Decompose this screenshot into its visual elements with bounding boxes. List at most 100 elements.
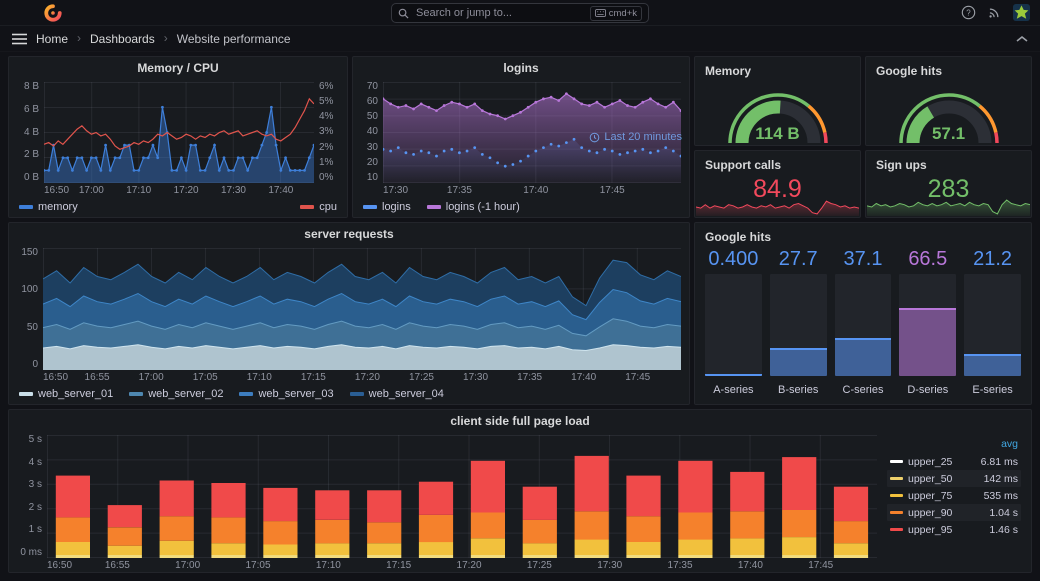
- y-axis-right: 6% 5% 4% 3% 2% 1% 0%: [314, 82, 339, 183]
- panel-title[interactable]: server requests: [9, 223, 689, 245]
- legend-item-web_server_04[interactable]: web_server_04: [349, 388, 444, 400]
- help-icon[interactable]: ?: [961, 5, 976, 20]
- x-tick-label: 17:40: [737, 560, 763, 571]
- user-avatar[interactable]: [1013, 4, 1030, 21]
- x-tick-label: 16:50: [47, 560, 73, 571]
- breadcrumb-bar: Home › Dashboards › Website performance: [0, 26, 1040, 52]
- x-axis: 16:50 16:55 17:00 17:05 17:10 17:15 17:20 17:25…: [47, 558, 877, 572]
- legend-item-upper_95[interactable]: upper_95 1.46 s: [887, 521, 1021, 538]
- chevron-up-icon[interactable]: [1016, 35, 1028, 43]
- bar-gauge-column-E-series: 21.2 E-series: [964, 248, 1021, 396]
- legend-avg-value: 535 ms: [983, 489, 1018, 502]
- panel-title[interactable]: Memory: [695, 57, 860, 78]
- y-tick-label: 0%: [319, 171, 334, 183]
- legend-label: web_server_04: [368, 388, 444, 400]
- shortcut-label: cmd+k: [608, 7, 637, 19]
- x-tick-label: 17:35: [446, 185, 472, 196]
- panel-support-calls: Support calls 84.9: [694, 150, 861, 218]
- y-tick-label: 8 B: [23, 81, 39, 92]
- legend-label: upper_75: [908, 489, 953, 502]
- bar-gauge-label: D-series: [907, 384, 949, 396]
- x-tick-label: 17:00: [78, 185, 104, 196]
- legend-avg-value: 1.46 s: [989, 523, 1018, 536]
- y-tick-label: 50: [366, 111, 378, 123]
- legend-avg-value: 6.81 ms: [980, 455, 1018, 468]
- legend-swatch: [890, 460, 903, 463]
- x-tick-label: 16:55: [104, 560, 130, 571]
- panel-memory-gauge: Memory 114 B: [694, 56, 861, 146]
- legend-item-upper_75[interactable]: upper_75 535 ms: [887, 487, 1021, 504]
- right-panel-stack: Memory 114 B Google hits 57.1 Support ca…: [694, 56, 1032, 218]
- server-requests-plot[interactable]: [43, 248, 681, 370]
- legend-item-upper_50[interactable]: upper_50 142 ms: [887, 470, 1021, 487]
- chevron-right-icon: ›: [77, 31, 82, 45]
- x-axis: 17:30 17:35 17:40 17:45: [383, 183, 681, 197]
- panel-server-requests: server requests 150 100 50 0 16:50 16:55 17:0…: [8, 222, 690, 405]
- legend-item-web_server_03[interactable]: web_server_03: [239, 388, 334, 400]
- x-tick-label: 17:35: [667, 560, 693, 571]
- y-tick-label: 4 B: [23, 126, 39, 138]
- bar-gauge-label: B-series: [778, 384, 819, 396]
- legend-item-cpu[interactable]: cpu: [300, 201, 337, 213]
- y-tick-label: 150: [21, 247, 38, 258]
- logins-plot[interactable]: [383, 82, 681, 183]
- x-tick-label: 16:50: [44, 185, 70, 196]
- x-tick-label: 17:30: [597, 560, 623, 571]
- legend-label: web_server_01: [38, 388, 114, 400]
- bar-gauge-track: [899, 274, 957, 376]
- legend-item-logins (-1 hour)[interactable]: logins (-1 hour): [426, 201, 520, 213]
- legend-item-web_server_02[interactable]: web_server_02: [129, 388, 223, 400]
- search-input[interactable]: [414, 6, 585, 20]
- news-rss-icon[interactable]: [987, 5, 1002, 20]
- legend-item-memory[interactable]: memory: [19, 201, 78, 213]
- x-tick-label: 17:20: [354, 372, 380, 383]
- legend-item-upper_25[interactable]: upper_25 6.81 ms: [887, 453, 1021, 470]
- x-tick-label: 17:30: [220, 185, 246, 196]
- y-tick-label: 1%: [319, 156, 334, 168]
- x-tick-label: 17:40: [268, 185, 294, 196]
- legend-item-web_server_01[interactable]: web_server_01: [19, 388, 113, 400]
- legend-label: memory: [38, 201, 78, 213]
- page-load-plot[interactable]: [47, 435, 877, 558]
- legend-label: cpu: [319, 201, 337, 213]
- memory-cpu-plot[interactable]: [44, 82, 314, 183]
- panel-sign-ups: Sign ups 283: [865, 150, 1032, 218]
- panel-title[interactable]: Google hits: [866, 57, 1031, 78]
- bar-gauge: 0.400 A-series 27.7 B-series 37.1 C-series 66.…: [695, 244, 1031, 404]
- bar-gauge-column-D-series: 66.5 D-series: [899, 248, 957, 396]
- y-tick-label: 0: [32, 358, 38, 370]
- keyboard-icon: [594, 9, 606, 17]
- x-tick-label: 17:00: [138, 372, 164, 383]
- bar-gauge-column-A-series: 0.400 A-series: [705, 248, 762, 396]
- grafana-logo-icon[interactable]: [44, 3, 62, 22]
- breadcrumb-dashboards[interactable]: Dashboards: [90, 32, 155, 46]
- y-tick-label: 100: [21, 284, 38, 296]
- breadcrumb-home[interactable]: Home: [36, 32, 68, 46]
- y-tick-label: 60: [366, 96, 378, 108]
- panel-title[interactable]: Memory / CPU: [9, 57, 347, 79]
- bar-gauge-fill: [834, 338, 892, 376]
- panel-title[interactable]: Google hits: [695, 223, 1031, 244]
- x-tick-label: 17:45: [808, 560, 834, 571]
- x-tick-label: 17:05: [245, 560, 271, 571]
- y-tick-label: 40: [366, 126, 378, 138]
- legend-label: web_server_03: [258, 388, 334, 400]
- y-tick-label: 4 s: [28, 456, 42, 468]
- breadcrumb-current: Website performance: [176, 31, 291, 46]
- menu-hamburger-icon[interactable]: [12, 33, 27, 45]
- panel-google-hits-bars: Google hits 0.400 A-series 27.7 B-series 37.…: [694, 222, 1032, 405]
- x-tick-label: 17:30: [463, 372, 489, 383]
- x-tick-label: 17:20: [173, 185, 199, 196]
- bar-gauge-label: C-series: [842, 384, 884, 396]
- legend-swatch: [19, 392, 33, 396]
- legend-item-upper_90[interactable]: upper_90 1.04 s: [887, 504, 1021, 521]
- legend-avg-header[interactable]: avg: [887, 438, 1021, 453]
- search-box[interactable]: cmd+k: [391, 3, 649, 23]
- bar-gauge-track: [834, 274, 892, 376]
- x-tick-label: 16:55: [84, 372, 110, 383]
- x-tick-label: 17:40: [523, 185, 549, 196]
- legend-swatch: [129, 392, 144, 396]
- panel-title[interactable]: client side full page load: [9, 410, 1031, 432]
- gauge-wrap: 114 B: [695, 78, 860, 145]
- legend-item-logins[interactable]: logins: [363, 201, 411, 213]
